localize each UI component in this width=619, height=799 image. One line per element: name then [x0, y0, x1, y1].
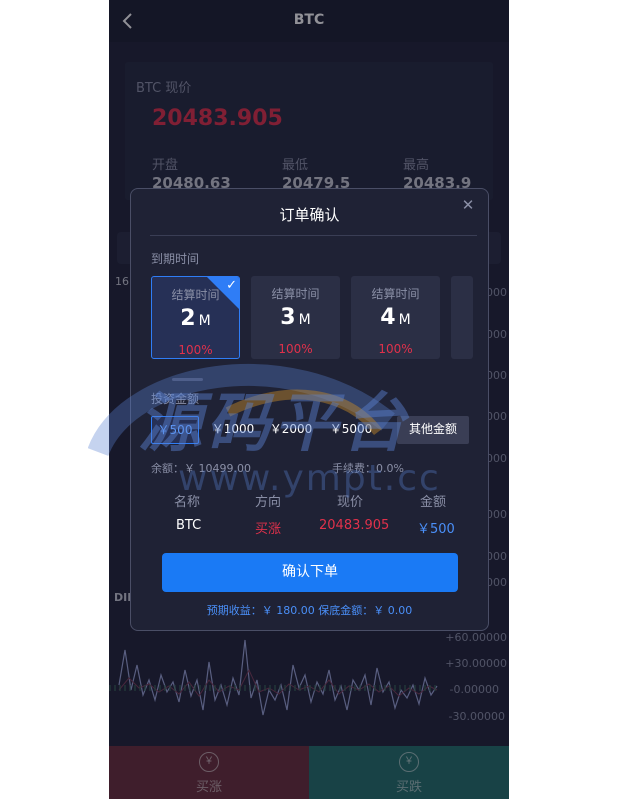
modal-title: 订单确认: [279, 206, 340, 224]
period-option-partial[interactable]: [451, 276, 473, 359]
period-rate: 100%: [378, 342, 413, 356]
confirm-order-button[interactable]: 确认下单: [162, 553, 458, 592]
period-duration: 2M: [152, 306, 239, 331]
period-option-2m[interactable]: ✓ 结算时间 2M 100%: [151, 276, 240, 359]
divider: [150, 235, 477, 236]
order-name: BTC: [176, 518, 202, 533]
phone-screen: BTC BTC 现价 20483.905 开盘 最低 最高 20480.63 2…: [109, 0, 509, 799]
balance-text: 余额：￥ 10499.00: [151, 462, 251, 475]
amount-option-5000[interactable]: ￥5000: [327, 416, 375, 444]
period-unit: M: [198, 313, 211, 329]
period-duration: 4M: [351, 305, 440, 330]
amount-option-500[interactable]: ￥500: [151, 416, 199, 444]
order-price: 20483.905: [319, 518, 390, 533]
period-time-label: 结算时间: [171, 288, 220, 302]
other-amount-button[interactable]: 其他金额: [397, 416, 469, 444]
period-rate: 100%: [278, 342, 313, 356]
order-direction: 买涨: [255, 522, 282, 537]
expected-return-note: 预期收益：￥ 180.00 保底金额：￥ 0.00: [206, 604, 413, 617]
period-time-label: 结算时间: [371, 287, 420, 301]
order-amount: ￥500: [417, 522, 455, 537]
period-unit: M: [298, 312, 311, 328]
period-duration: 3M: [251, 305, 340, 330]
amount-option-1000[interactable]: ￥1000: [211, 416, 255, 444]
amount-option-2000[interactable]: ￥2000: [267, 416, 315, 444]
period-value: 3: [280, 305, 296, 330]
table-header-name: 名称: [174, 495, 201, 510]
period-option-3m[interactable]: 结算时间 3M 100%: [251, 276, 340, 359]
period-value: 2: [180, 306, 196, 331]
period-rate: 100%: [178, 343, 213, 357]
expiry-label: 到期时间: [151, 252, 200, 266]
fee-text: 手续费：0.0%: [332, 462, 404, 475]
amount-label: 投资金额: [151, 392, 200, 406]
scroll-indicator: [172, 378, 203, 381]
order-confirm-modal: 订单确认 ✕ 到期时间 ✓ 结算时间 2M 100% 结算时间 3M 100% …: [130, 188, 489, 631]
period-time-label: 结算时间: [271, 287, 320, 301]
table-header-direction: 方向: [255, 495, 282, 510]
period-unit: M: [398, 312, 411, 328]
period-option-4m[interactable]: 结算时间 4M 100%: [351, 276, 440, 359]
close-icon[interactable]: ✕: [460, 196, 476, 214]
period-value: 4: [380, 305, 396, 330]
table-header-price: 现价: [337, 495, 364, 510]
table-header-amount: 金额: [420, 495, 447, 510]
